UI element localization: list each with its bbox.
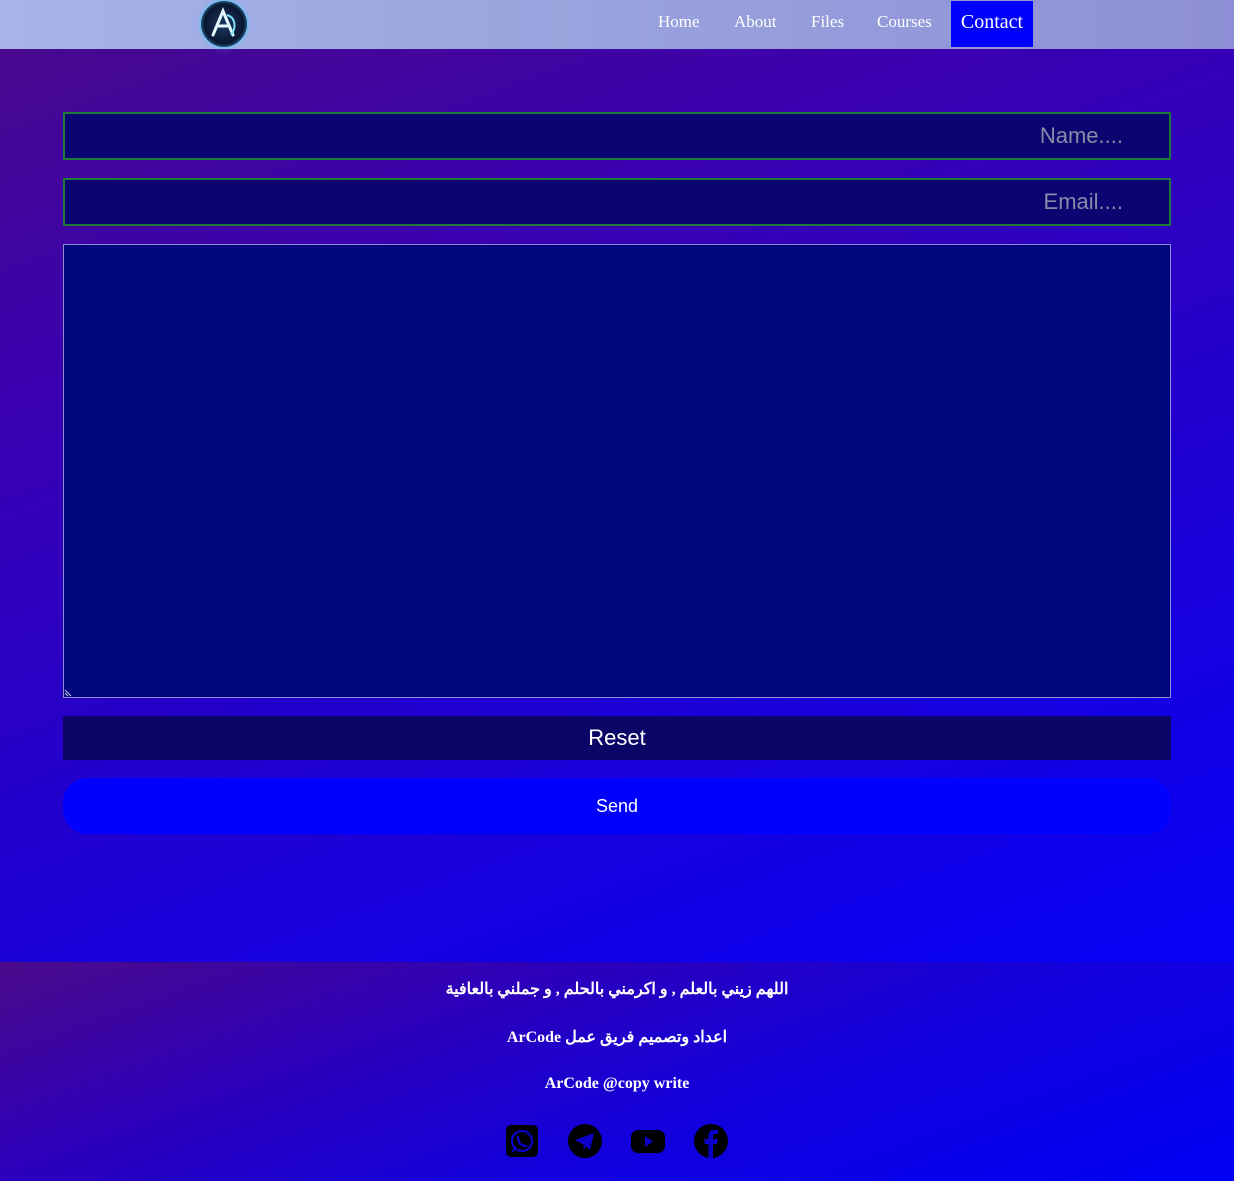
footer-copyright-text: ArCode @copy write — [544, 1075, 690, 1092]
facebook-icon[interactable] — [693, 1123, 729, 1159]
whatsapp-icon[interactable] — [504, 1123, 540, 1159]
nav-link-courses[interactable]: Courses — [877, 10, 932, 34]
name-input[interactable] — [63, 112, 1171, 160]
nav-link-home[interactable]: Home — [658, 10, 700, 34]
footer-prayer-text: اللهم زيني بالعلم , و اكرمني بالحلم , و … — [445, 981, 789, 998]
reset-button[interactable]: Reset — [63, 716, 1171, 760]
telegram-icon[interactable] — [567, 1123, 603, 1159]
youtube-icon[interactable] — [630, 1123, 666, 1159]
top-navbar: Home About Files Courses Contact — [0, 0, 1234, 49]
arcode-logo-icon[interactable] — [201, 1, 247, 47]
nav-link-files[interactable]: Files — [811, 10, 844, 34]
nav-link-about[interactable]: About — [734, 10, 777, 34]
email-input[interactable] — [63, 178, 1171, 226]
send-button[interactable]: Send — [63, 778, 1171, 834]
footer-credits-text: اعداد وتصميم فريق عمل ArCode — [506, 1029, 728, 1046]
message-textarea[interactable] — [63, 244, 1171, 698]
resize-grip-icon[interactable] — [64, 689, 72, 697]
nav-link-contact[interactable]: Contact — [951, 1, 1033, 47]
